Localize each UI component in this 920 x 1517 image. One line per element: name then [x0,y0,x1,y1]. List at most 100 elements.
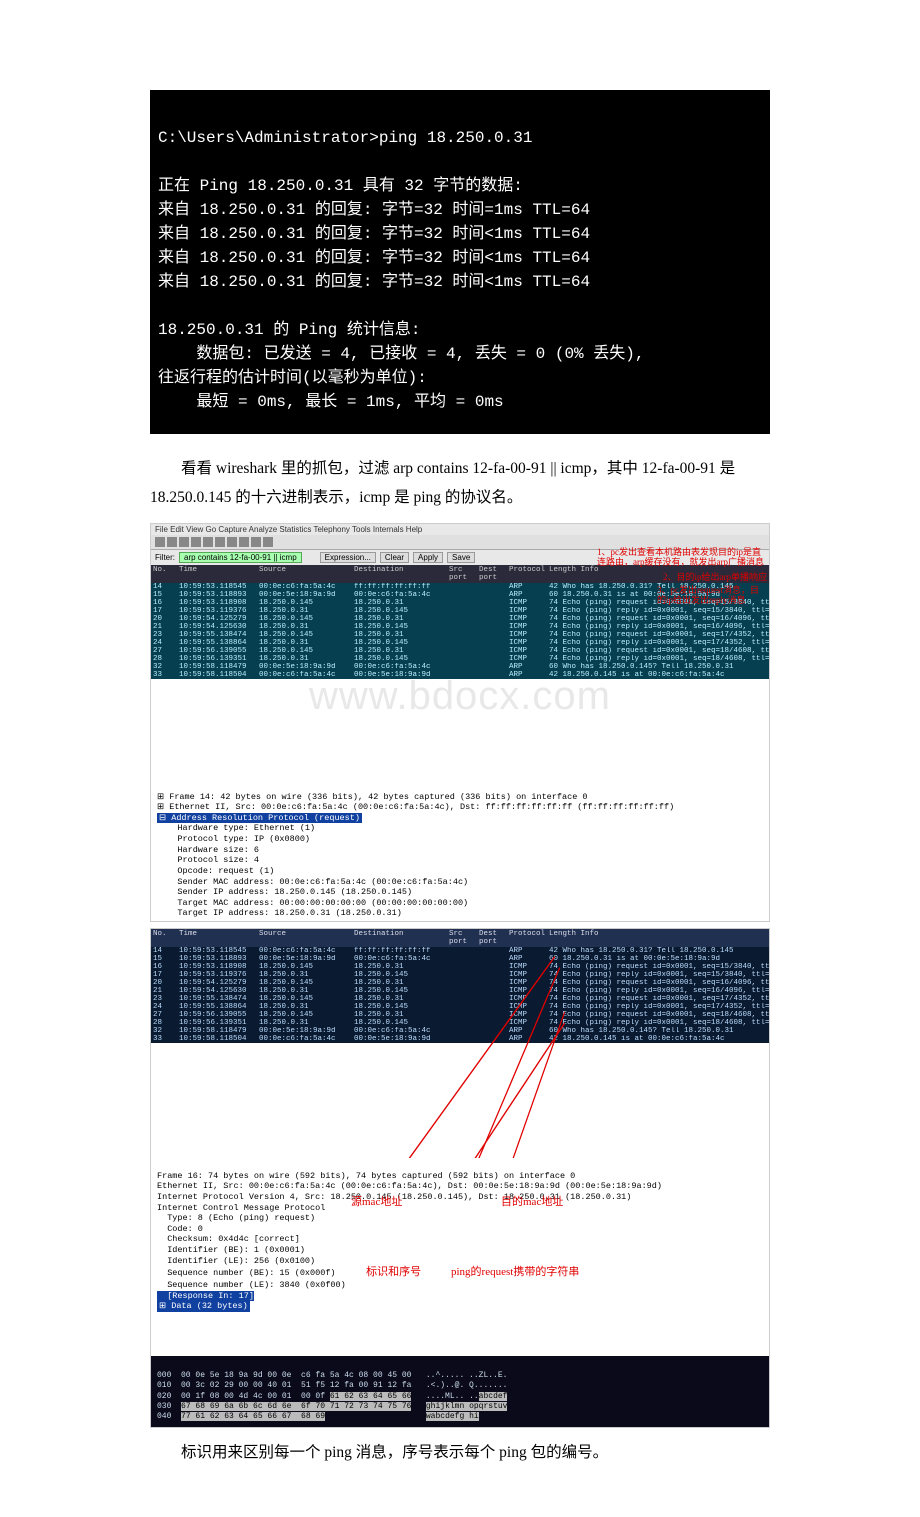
col-dest[interactable]: Destination [352,929,447,947]
table-row[interactable]: 3310:59:58.11850400:0e:c6:fa:5a:4c00:0e:… [151,671,769,679]
table-row[interactable]: 2710:59:56.13905518.250.0.14518.250.0.31… [151,1011,769,1019]
detail-line[interactable]: ⊞ Ethernet II, Src: 00:0e:c6:fa:5a:4c (0… [157,802,674,812]
table-row[interactable]: 2410:59:55.13886418.250.0.3118.250.0.145… [151,1003,769,1011]
detail-line[interactable]: ⊞ Frame 14: 42 bytes on wire (336 bits),… [157,792,588,802]
annotation-3: 3、pc发出request消息，目的ip给出发出reply消息 [657,586,767,606]
table-row[interactable]: 2110:59:54.12563018.250.0.3118.250.0.145… [151,987,769,995]
table-row[interactable]: 3310:59:58.11850400:0e:c6:fa:5a:4c00:0e:… [151,1035,769,1043]
table-row[interactable]: 2010:59:54.12527918.250.0.14518.250.0.31… [151,615,769,623]
table-row[interactable]: 1710:59:53.11937618.250.0.3118.250.0.145… [151,971,769,979]
toolbar-icon[interactable] [167,537,177,547]
col-srcport[interactable]: Src port [447,929,477,947]
wireshark-screenshot-1: File Edit View Go Capture Analyze Statis… [150,523,770,922]
table-row[interactable]: 2010:59:54.12527918.250.0.14518.250.0.31… [151,979,769,987]
toolbar-icon[interactable] [155,537,165,547]
detail-line-selected[interactable]: ⊟ Address Resolution Protocol (request) [157,813,362,824]
ws-menubar[interactable]: File Edit View Go Capture Analyze Statis… [151,524,769,535]
col-no[interactable]: No. [151,565,177,583]
table-row[interactable]: 1510:59:53.11889300:0e:5e:18:9a:9d00:0e:… [151,955,769,963]
col-proto[interactable]: Protocol [507,929,547,947]
table-row[interactable]: 1610:59:53.11890818.250.0.14518.250.0.31… [151,963,769,971]
table-row[interactable]: 2310:59:55.13847418.250.0.14518.250.0.31… [151,631,769,639]
detail-line[interactable]: Code: 0 [157,1224,203,1234]
cmd-prompt: C:\Users\Administrator>ping 18.250.0.31 [158,129,532,147]
packet-list-2[interactable]: 1410:59:53.11854500:0e:c6:fa:5a:4cff:ff:… [151,947,769,1043]
packet-details-1[interactable]: ⊞ Frame 14: 42 bytes on wire (336 bits),… [151,779,769,921]
detail-line[interactable]: [Response In: 17] [157,1291,254,1301]
detail-line[interactable]: Sequence number (LE): 3840 (0x0f00) [157,1280,346,1290]
toolbar-icon[interactable] [203,537,213,547]
col-time[interactable]: Time [177,565,257,583]
detail-line[interactable]: ⊞ Data (32 bytes) [157,1301,250,1312]
table-row[interactable]: 2810:59:56.13935118.250.0.3118.250.0.145… [151,655,769,663]
table-row[interactable]: 1410:59:53.11854500:0e:c6:fa:5a:4cff:ff:… [151,947,769,955]
ping-stats-1: 18.250.0.31 的 Ping 统计信息: [158,321,420,339]
detail-line[interactable]: Sender MAC address: 00:0e:c6:fa:5a:4c (0… [157,877,468,887]
detail-line[interactable]: Target MAC address: 00:00:00:00:00:00 (0… [157,898,468,908]
col-info[interactable]: Length Info [547,929,769,947]
detail-line[interactable]: Protocol size: 4 [157,855,259,865]
col-time[interactable]: Time [177,929,257,947]
col-proto[interactable]: Protocol [507,565,547,583]
col-source[interactable]: Source [257,929,352,947]
hex-pane[interactable]: 000 00 0e 5e 18 9a 9d 00 0e c6 fa 5a 4c … [151,1356,769,1426]
toolbar-icon[interactable] [215,537,225,547]
detail-line[interactable]: Hardware type: Ethernet (1) [157,823,315,833]
hex-row: 030 67 68 69 6a 6b 6c 6d 6e 6f 70 71 72 … [157,1402,507,1411]
packet-details-2[interactable]: Frame 16: 74 bytes on wire (592 bits), 7… [151,1158,769,1356]
table-row[interactable]: 2110:59:54.12563018.250.0.3118.250.0.145… [151,623,769,631]
save-button[interactable]: Save [447,552,475,563]
detail-line[interactable]: Sender IP address: 18.250.0.145 (18.250.… [157,887,412,897]
label-src-mac: 源mac地址 [351,1196,402,1210]
col-dstport[interactable]: Dest port [477,929,507,947]
filter-input[interactable]: arp contains 12-fa-00-91 || icmp [179,552,302,563]
toolbar-icon[interactable] [227,537,237,547]
table-row[interactable]: 3210:59:58.11847900:0e:5e:18:9a:9d00:0e:… [151,1027,769,1035]
table-row[interactable]: 2810:59:56.13935118.250.0.3118.250.0.145… [151,1019,769,1027]
detail-line[interactable]: Ethernet II, Src: 00:0e:c6:fa:5a:4c (00:… [157,1181,662,1191]
clear-button[interactable]: Clear [380,552,409,563]
table-row[interactable]: 2410:59:55.13886418.250.0.3118.250.0.145… [151,639,769,647]
detail-line[interactable]: Identifier (LE): 256 (0x0100) [157,1256,315,1266]
toolbar-icon[interactable] [179,537,189,547]
label-idseq: 标识和序号 [366,1266,421,1278]
hex-row: 000 00 0e 5e 18 9a 9d 00 0e c6 fa 5a 4c … [157,1371,507,1380]
detail-line[interactable]: Checksum: 0x4d4c [correct] [157,1234,300,1244]
detail-line[interactable]: Sequence number (BE): 15 (0x000f) [157,1268,336,1278]
col-dest[interactable]: Destination [352,565,447,583]
detail-line[interactable]: Protocol type: IP (0x0800) [157,834,310,844]
hex-row: 020 00 1f 08 00 4d 4c 00 01 00 0f 61 62 … [157,1392,507,1401]
table-row[interactable]: 1710:59:53.11937618.250.0.3118.250.0.145… [151,607,769,615]
annotation-1: 1、pc发出查看本机路由表发现目的ip是直连路由，arp缓存没有，就发出arp广… [597,548,767,568]
toolbar-icon[interactable] [239,537,249,547]
detail-line[interactable]: Internet Control Message Protocol [157,1203,325,1213]
toolbar-icon[interactable] [191,537,201,547]
ping-header: 正在 Ping 18.250.0.31 具有 32 字节的数据: [158,177,523,195]
hex-row: 010 00 3c 02 29 00 00 40 01 51 f5 12 fa … [157,1381,507,1390]
label-dst-mac: 目的mac地址 [501,1196,563,1210]
table-row[interactable]: 3210:59:58.11847900:0e:5e:18:9a:9d00:0e:… [151,663,769,671]
detail-line[interactable]: Hardware size: 6 [157,845,259,855]
cmd-terminal: C:\Users\Administrator>ping 18.250.0.31 … [150,90,770,434]
detail-line[interactable]: Identifier (BE): 1 (0x0001) [157,1245,305,1255]
col-dstport[interactable]: Dest port [477,565,507,583]
table-row[interactable]: 2310:59:55.13847418.250.0.14518.250.0.31… [151,995,769,1003]
packet-list-header-2[interactable]: No. Time Source Destination Src port Des… [151,929,769,947]
detail-line[interactable]: Target IP address: 18.250.0.31 (18.250.0… [157,908,402,918]
toolbar-icon[interactable] [251,537,261,547]
ping-stats-2: 数据包: 已发送 = 4, 已接收 = 4, 丢失 = 0 (0% 丢失), [158,345,644,363]
ping-reply-3: 来自 18.250.0.31 的回复: 字节=32 时间<1ms TTL=64 [158,249,590,267]
detail-line[interactable]: Opcode: request (1) [157,866,274,876]
toolbar-icon[interactable] [263,537,273,547]
table-row[interactable]: 2710:59:56.13905518.250.0.14518.250.0.31… [151,647,769,655]
detail-line[interactable]: Type: 8 (Echo (ping) request) [157,1213,315,1223]
col-no[interactable]: No. [151,929,177,947]
label-req-string: ping的request携带的字符串 [451,1266,579,1280]
detail-line[interactable]: Frame 16: 74 bytes on wire (592 bits), 7… [157,1171,575,1181]
apply-button[interactable]: Apply [413,552,443,563]
expression-button[interactable]: Expression... [320,552,376,563]
col-source[interactable]: Source [257,565,352,583]
filter-label: Filter: [155,553,175,562]
col-srcport[interactable]: Src port [447,565,477,583]
annotation-2: 2、目的ip给出arp单播响应 [663,570,767,583]
